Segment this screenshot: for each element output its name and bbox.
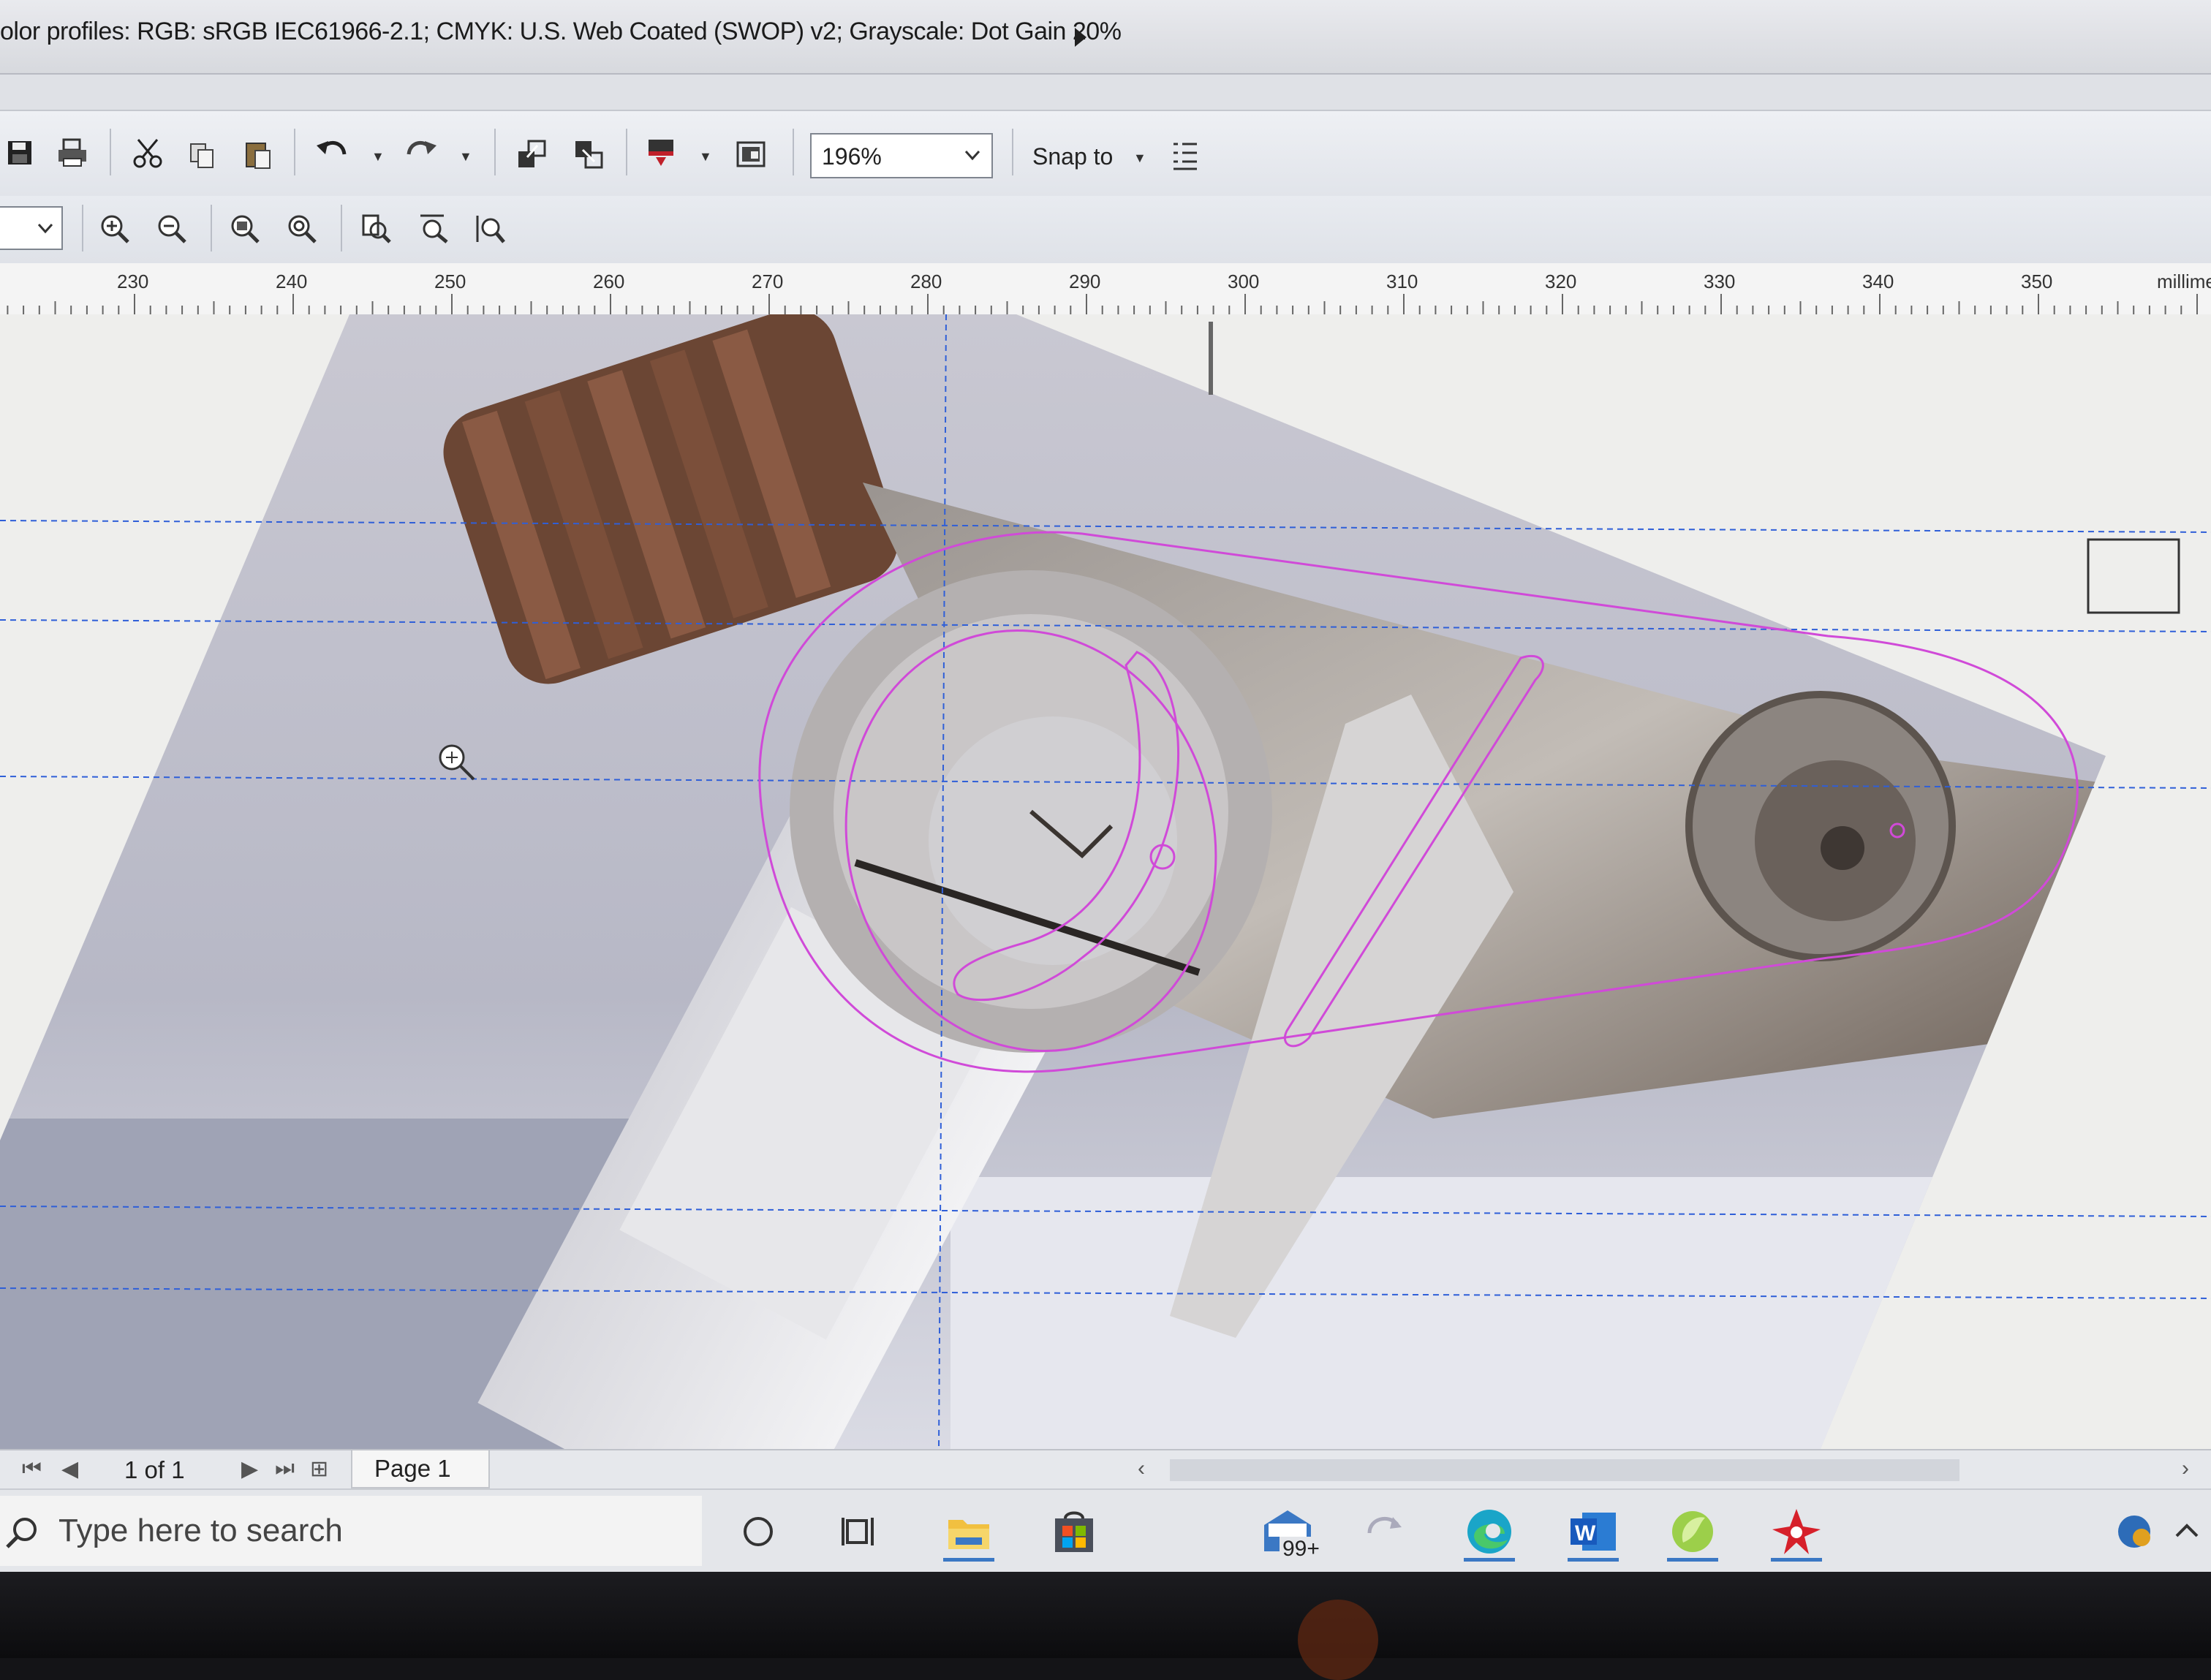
- ruler-unit-label: millime: [2157, 270, 2211, 292]
- search-input[interactable]: [58, 1510, 687, 1551]
- scroll-right-icon[interactable]: ›: [2182, 1456, 2189, 1481]
- info-expand-arrow-icon[interactable]: [1075, 28, 1086, 47]
- edge-browser-icon[interactable]: [1458, 1500, 1521, 1563]
- add-page-icon[interactable]: ⊞: [310, 1456, 328, 1482]
- toolbar-separator: [110, 129, 111, 175]
- chevron-down-icon: [964, 150, 980, 161]
- ruler-label: 300: [1228, 270, 1260, 292]
- zoom-to-page-icon[interactable]: [357, 209, 396, 249]
- first-page-icon[interactable]: ⏮: [22, 1456, 42, 1481]
- ruler-label: 290: [1069, 270, 1101, 292]
- paste-icon[interactable]: [238, 135, 278, 174]
- publish-pdf-icon[interactable]: [642, 133, 681, 173]
- chevron-up-icon[interactable]: [2155, 1500, 2211, 1563]
- mail-icon[interactable]: 99+: [1256, 1500, 1323, 1563]
- toolbar-separator: [294, 129, 295, 175]
- cortana-icon[interactable]: [727, 1500, 790, 1563]
- toolbar-separator: [211, 205, 212, 251]
- import-icon[interactable]: [512, 135, 551, 174]
- chevron-down-icon: [37, 223, 53, 234]
- running-indicator: [1568, 1558, 1619, 1562]
- toolbar-separator: [1012, 129, 1013, 175]
- ruler-label: 330: [1704, 270, 1736, 292]
- horizontal-scrollbar[interactable]: [1170, 1459, 1959, 1481]
- toolbar-separator: [494, 129, 496, 175]
- horizontal-ruler[interactable]: 230 240 250 260 270 280 290 300 310 320 330 340 350 …: [0, 263, 2211, 316]
- print-icon[interactable]: [53, 133, 92, 173]
- ruler-label: 310: [1386, 270, 1418, 292]
- search-icon: [6, 1518, 37, 1548]
- ruler-label: 260: [593, 270, 625, 292]
- sync-icon[interactable]: [1353, 1500, 1416, 1563]
- file-explorer-icon[interactable]: [937, 1500, 1000, 1563]
- snap-options-icon[interactable]: [1165, 136, 1205, 175]
- previous-page-icon[interactable]: ◀: [61, 1456, 78, 1482]
- hp-logo-icon: [1298, 1600, 1378, 1680]
- last-page-icon[interactable]: ⏭: [275, 1456, 295, 1481]
- running-indicator: [1771, 1558, 1822, 1562]
- mail-badge: 99+: [1280, 1537, 1323, 1562]
- standard-toolbar: ▼ ▼ ▼ 196% Snap to ▼: [0, 110, 2211, 197]
- zoom-to-page-height-icon[interactable]: [471, 209, 510, 249]
- zoom-to-selected-icon[interactable]: [225, 209, 265, 249]
- color-profiles-text: olor profiles: RGB: sRGB IEC61966-2.1; C…: [0, 18, 1122, 45]
- ruler-label: 340: [1862, 270, 1894, 292]
- canvas-artwork: [0, 314, 2211, 1449]
- document-info-bar: olor profiles: RGB: sRGB IEC61966-2.1; C…: [0, 0, 2211, 75]
- zoom-to-page-width-icon[interactable]: [414, 209, 453, 249]
- zoom-in-icon[interactable]: [95, 209, 135, 249]
- undo-icon[interactable]: [313, 132, 352, 171]
- next-page-icon[interactable]: ▶: [241, 1456, 258, 1482]
- zoom-level-value: 196%: [822, 143, 882, 170]
- running-indicator: [1464, 1558, 1515, 1562]
- zoom-out-icon[interactable]: [152, 209, 192, 249]
- monitor-bezel: [0, 1572, 2211, 1658]
- ruler-label: 240: [276, 270, 308, 292]
- snap-to-button[interactable]: Snap to: [1032, 143, 1113, 170]
- save-icon[interactable]: [0, 133, 39, 173]
- redo-dropdown-icon[interactable]: ▼: [459, 149, 472, 164]
- copy-icon[interactable]: [183, 136, 222, 175]
- toolbar-separator: [82, 205, 83, 251]
- taskbar-search[interactable]: [0, 1496, 702, 1566]
- ruler-label: 350: [2021, 270, 2053, 292]
- toolbar-separator: [793, 129, 794, 175]
- ruler-label: 230: [117, 270, 149, 292]
- ruler-label: 320: [1545, 270, 1577, 292]
- desktop-screen: olor profiles: RGB: sRGB IEC61966-2.1; C…: [0, 0, 2211, 1572]
- drawing-canvas[interactable]: [0, 314, 2211, 1449]
- full-screen-preview-icon[interactable]: [731, 135, 771, 174]
- redo-icon[interactable]: [401, 132, 440, 171]
- coreldraw-icon[interactable]: [1661, 1500, 1724, 1563]
- snap-to-dropdown-icon[interactable]: ▼: [1133, 151, 1146, 166]
- ruler-label: 280: [910, 270, 942, 292]
- word-icon[interactable]: W: [1562, 1500, 1625, 1563]
- page-tab[interactable]: Page 1: [351, 1450, 490, 1488]
- export-icon[interactable]: [569, 135, 608, 174]
- running-indicator: [1667, 1558, 1718, 1562]
- page-navigator: ⏮ ◀ 1 of 1 ▶ ⏭ ⊞ Page 1 ‹ ›: [0, 1449, 2211, 1490]
- svg-text:W: W: [1575, 1521, 1596, 1545]
- publish-dropdown-icon[interactable]: ▼: [699, 149, 712, 164]
- zoom-level-select[interactable]: 196%: [810, 133, 993, 178]
- toolbar-separator: [626, 129, 627, 175]
- ruler-label: 250: [434, 270, 466, 292]
- vector-app-icon[interactable]: [1765, 1500, 1828, 1563]
- toolbar-separator: [341, 205, 342, 251]
- cut-icon[interactable]: [129, 133, 168, 173]
- task-view-icon[interactable]: [829, 1500, 892, 1563]
- zoom-to-all-objects-icon[interactable]: [282, 209, 322, 249]
- page-border-box[interactable]: [2087, 538, 2180, 614]
- scroll-left-icon[interactable]: ‹: [1138, 1456, 1145, 1481]
- zoom-toolbar: [0, 196, 2211, 265]
- zoom-property-select[interactable]: [0, 206, 63, 250]
- ruler-label: 270: [752, 270, 784, 292]
- page-tab-label: Page 1: [374, 1455, 451, 1482]
- running-indicator: [943, 1558, 994, 1562]
- undo-dropdown-icon[interactable]: ▼: [371, 149, 385, 164]
- microsoft-store-icon[interactable]: [1043, 1500, 1106, 1563]
- page-count: 1 of 1: [124, 1456, 185, 1483]
- windows-taskbar: 99+ W: [0, 1488, 2211, 1572]
